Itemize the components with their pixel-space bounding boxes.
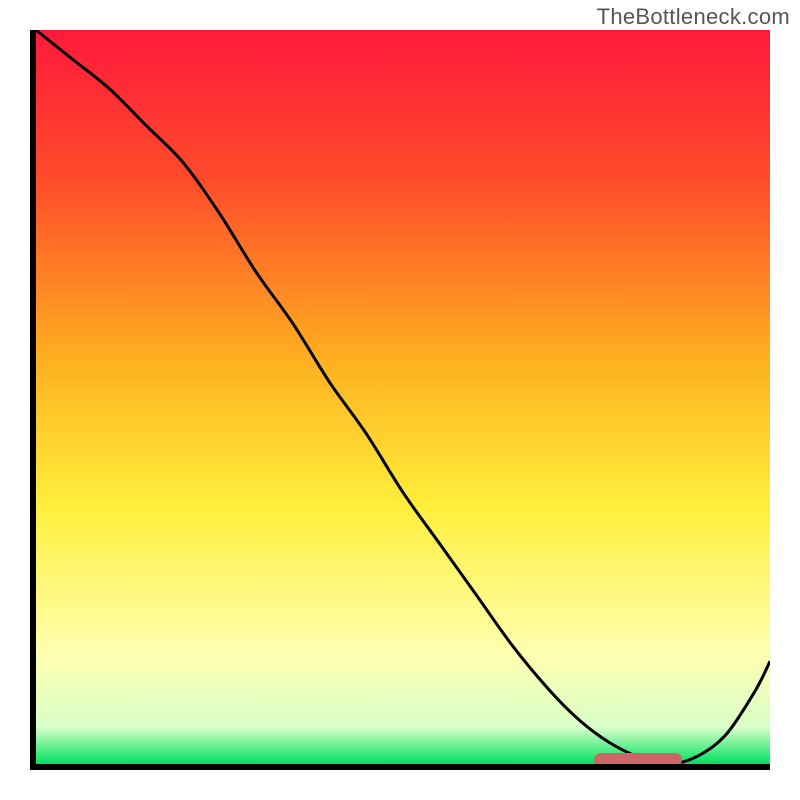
plot-area	[36, 30, 770, 764]
bottleneck-curve	[36, 30, 770, 764]
curve-svg	[36, 30, 770, 764]
optimal-range-marker	[594, 753, 682, 764]
chart-container: TheBottleneck.com	[0, 0, 800, 800]
watermark-text: TheBottleneck.com	[597, 4, 790, 30]
